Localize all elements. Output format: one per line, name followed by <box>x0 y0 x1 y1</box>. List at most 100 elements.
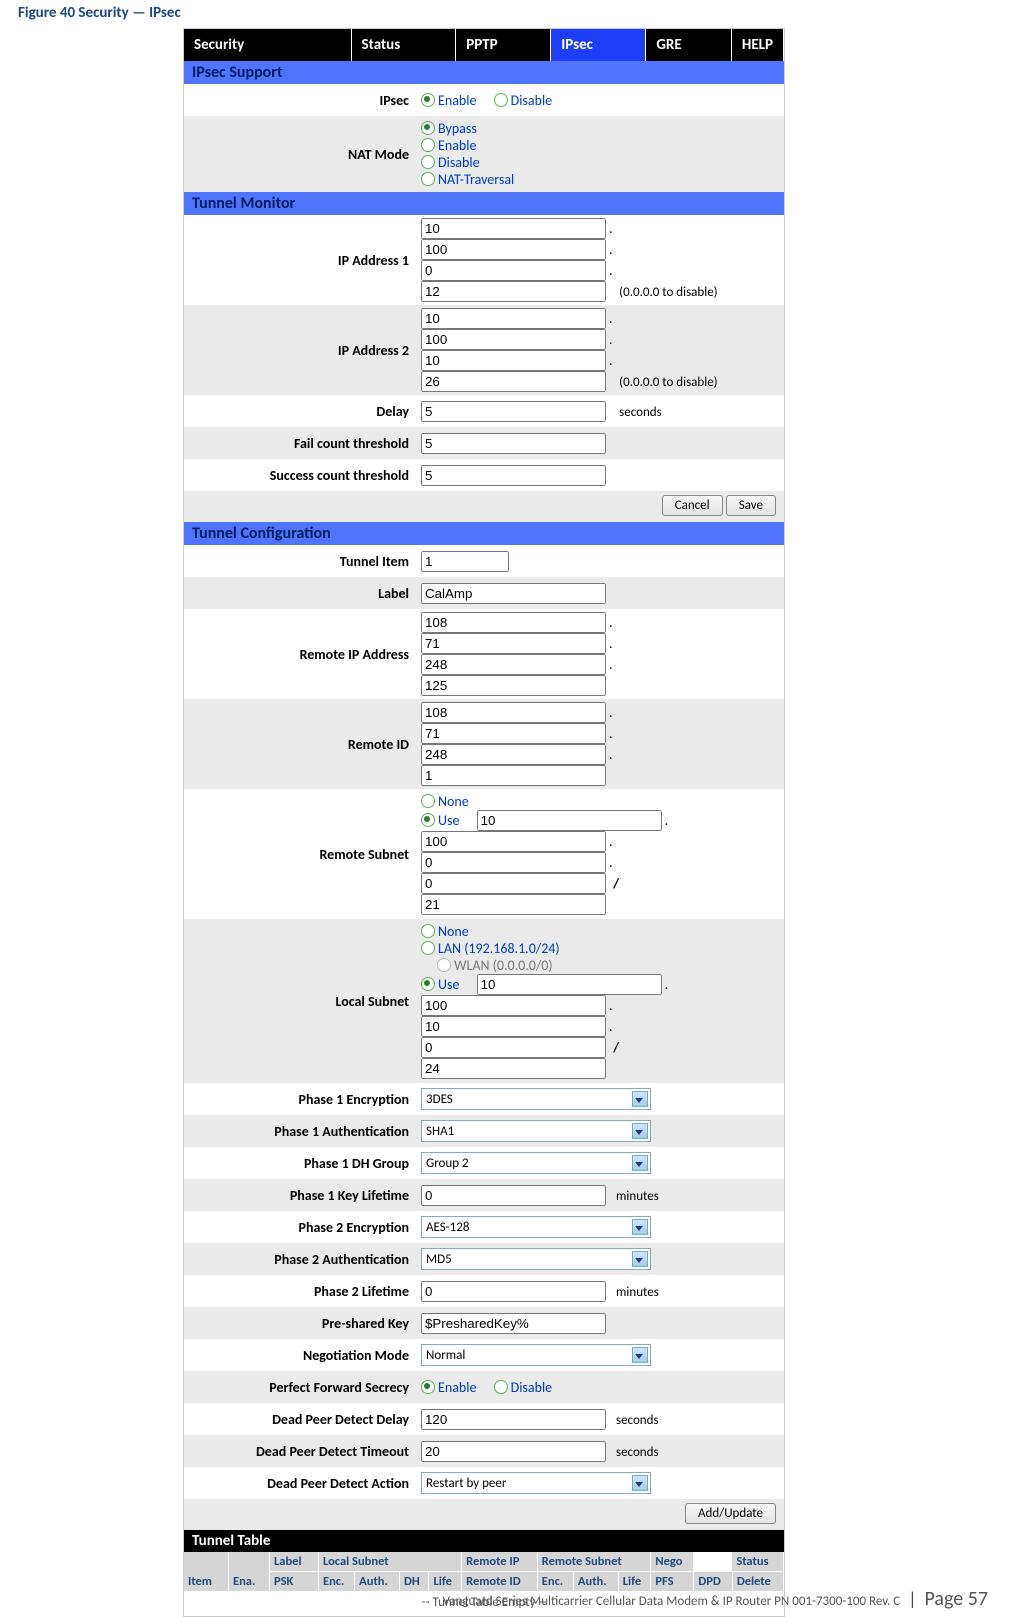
label-dpd-delay: Dead Peer Detect Delay <box>184 1411 417 1428</box>
lsub-wlan-label: WLAN (0.0.0.0/0) <box>454 957 553 974</box>
dpd-timeout-input[interactable] <box>421 1441 606 1462</box>
delay-input[interactable] <box>421 401 606 422</box>
tab-gre[interactable]: GRE <box>646 29 732 61</box>
rid-oct4[interactable] <box>421 765 606 786</box>
rid-oct3[interactable] <box>421 744 606 765</box>
p1d-select[interactable]: Group 2 <box>421 1152 651 1174</box>
cancel-button[interactable]: Cancel <box>662 495 723 516</box>
config-panel: Security Status PPTP IPsec GRE HELP IPse… <box>183 28 785 1617</box>
tunnel-table-header: Item Ena. Label Local Subnet Remote IP R… <box>184 1552 784 1592</box>
rsub-none-radio[interactable] <box>421 794 435 808</box>
dpd-delay-input[interactable] <box>421 1409 606 1430</box>
lsub-oct4[interactable] <box>421 1037 606 1058</box>
lsub-none-radio[interactable] <box>421 924 435 938</box>
rip-oct4[interactable] <box>421 675 606 696</box>
label-remote-id: Remote ID <box>184 736 417 753</box>
rip-oct3[interactable] <box>421 654 606 675</box>
section-tunnel-config: Tunnel Configuration <box>184 522 784 545</box>
ip1-oct1[interactable] <box>421 218 606 239</box>
rsub-use-radio[interactable] <box>421 813 435 827</box>
lsub-oct1[interactable] <box>477 974 662 995</box>
label-remote-ip: Remote IP Address <box>184 646 417 663</box>
lsub-use-radio[interactable] <box>421 977 435 991</box>
p1k-unit: minutes <box>606 1189 659 1204</box>
th-item: Item <box>184 1552 229 1592</box>
nat-enable-radio[interactable] <box>421 138 435 152</box>
pfs-disable-radio[interactable] <box>494 1380 508 1394</box>
rsub-oct3[interactable] <box>421 852 606 873</box>
label-p1e: Phase 1 Encryption <box>184 1091 417 1108</box>
tab-status[interactable]: Status <box>351 29 456 61</box>
tab-security[interactable]: Security <box>184 29 351 61</box>
ip1-oct3[interactable] <box>421 260 606 281</box>
lsub-oct2[interactable] <box>421 995 606 1016</box>
succ-input[interactable] <box>421 465 606 486</box>
tab-ipsec[interactable]: IPsec <box>551 29 646 61</box>
tab-pptp[interactable]: PPTP <box>456 29 551 61</box>
lsub-none-label: None <box>438 923 469 940</box>
lsub-use-label: Use <box>438 976 459 993</box>
label-remote-subnet: Remote Subnet <box>184 846 417 863</box>
rsub-oct1[interactable] <box>477 810 662 831</box>
tunnel-item-input[interactable] <box>421 551 509 572</box>
label-input[interactable] <box>421 583 606 604</box>
ip2-oct1[interactable] <box>421 308 606 329</box>
save-button[interactable]: Save <box>726 495 776 516</box>
p1k-input[interactable] <box>421 1185 606 1206</box>
p2a-select[interactable]: MD5 <box>421 1248 651 1270</box>
section-tunnel-table: Tunnel Table <box>184 1530 784 1552</box>
delay-unit: seconds <box>609 405 662 420</box>
label-ip2: IP Address 2 <box>184 342 417 359</box>
ipsec-enable-radio[interactable] <box>421 93 435 107</box>
nat-traversal-radio[interactable] <box>421 172 435 186</box>
ip1-oct4[interactable] <box>421 281 606 302</box>
p2l-input[interactable] <box>421 1281 606 1302</box>
th-ena: Ena. <box>229 1552 270 1592</box>
lsub-oct3[interactable] <box>421 1016 606 1037</box>
label-p2l: Phase 2 Lifetime <box>184 1283 417 1300</box>
lsub-prefix[interactable] <box>421 1058 606 1079</box>
ip1-oct2[interactable] <box>421 239 606 260</box>
p1a-select[interactable]: SHA1 <box>421 1120 651 1142</box>
pfs-enable-radio[interactable] <box>421 1380 435 1394</box>
ip2-oct4[interactable] <box>421 371 606 392</box>
label-dpd-timeout: Dead Peer Detect Timeout <box>184 1443 417 1460</box>
dpd-action-select[interactable]: Restart by peer <box>421 1472 651 1494</box>
rsub-oct4[interactable] <box>421 873 606 894</box>
p1e-select[interactable]: 3DES <box>421 1088 651 1110</box>
fail-input[interactable] <box>421 433 606 454</box>
rip-oct2[interactable] <box>421 633 606 654</box>
ip2-oct2[interactable] <box>421 329 606 350</box>
section-ipsec-support: IPsec Support <box>184 61 784 84</box>
add-update-button[interactable]: Add/Update <box>685 1503 776 1524</box>
p2e-select[interactable]: AES-128 <box>421 1216 651 1238</box>
label-succ: Success count threshold <box>184 467 417 484</box>
label-p2e: Phase 2 Encryption <box>184 1219 417 1236</box>
lsub-lan-radio[interactable] <box>421 941 435 955</box>
th-remote-ip: Remote IP <box>462 1552 538 1572</box>
rsub-oct2[interactable] <box>421 831 606 852</box>
rid-oct1[interactable] <box>421 702 606 723</box>
tab-help[interactable]: HELP <box>731 29 783 61</box>
ip2-oct3[interactable] <box>421 350 606 371</box>
label-p1a: Phase 1 Authentication <box>184 1123 417 1140</box>
nat-enable-label: Enable <box>438 137 476 154</box>
th-remote-subnet: Remote Subnet <box>537 1552 651 1572</box>
psk-input[interactable] <box>421 1313 606 1334</box>
label-nat-mode: NAT Mode <box>184 146 417 163</box>
nat-traversal-label: NAT-Traversal <box>438 171 514 188</box>
ipsec-disable-radio[interactable] <box>494 93 508 107</box>
rid-oct2[interactable] <box>421 723 606 744</box>
rsub-none-label: None <box>438 793 469 810</box>
label-pfs: Perfect Forward Secrecy <box>184 1379 417 1396</box>
footer-page: Page 57 <box>925 1587 988 1611</box>
rsub-prefix[interactable] <box>421 894 606 915</box>
nat-bypass-radio[interactable] <box>421 121 435 135</box>
label-p1d: Phase 1 DH Group <box>184 1155 417 1172</box>
nat-disable-radio[interactable] <box>421 155 435 169</box>
label-psk: Pre-shared Key <box>184 1315 417 1332</box>
footer-doc: Vanguard Series Multicarrier Cellular Da… <box>443 1594 901 1609</box>
neg-select[interactable]: Normal <box>421 1344 651 1366</box>
dpd-delay-unit: seconds <box>606 1413 659 1428</box>
rip-oct1[interactable] <box>421 612 606 633</box>
